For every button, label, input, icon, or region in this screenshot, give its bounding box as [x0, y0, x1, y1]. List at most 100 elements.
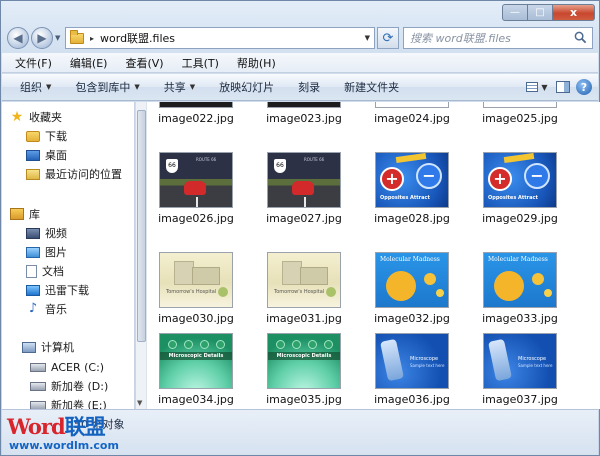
drive-icon: [30, 400, 46, 409]
recent-places-icon: [26, 168, 40, 180]
nav-documents-label: 文档: [42, 265, 64, 278]
cell-circle: [216, 340, 225, 349]
thumb-subcaption: Sample text here: [410, 363, 445, 368]
nav-drive-d[interactable]: 新加卷 (D:): [30, 377, 108, 395]
building-shape: [282, 261, 302, 285]
chevron-down-icon: ▼: [189, 83, 196, 91]
recent-pages-dropdown-icon[interactable]: ▼: [55, 34, 60, 42]
nav-pictures[interactable]: 图片: [26, 243, 67, 261]
slideshow-label: 放映幻灯片: [219, 81, 275, 94]
nav-computer[interactable]: 计算机: [22, 338, 74, 356]
star-icon: ★: [10, 109, 24, 125]
file-thumbnail: Microscope Sample text here: [483, 333, 557, 389]
building-shape: [174, 261, 194, 285]
search-input[interactable]: 搜索 word联盟.files: [403, 27, 593, 49]
file-name: image037.jpg: [482, 393, 558, 406]
menu-edit[interactable]: 编辑(E): [61, 55, 117, 71]
nav-xunlei[interactable]: 迅雷下载: [26, 281, 89, 299]
file-name: image028.jpg: [374, 212, 450, 225]
minimize-button[interactable]: —: [502, 4, 528, 21]
address-path[interactable]: word联盟.files: [100, 30, 175, 46]
address-dropdown-icon[interactable]: ▼: [365, 34, 370, 42]
nav-computer-label: 计算机: [41, 341, 74, 354]
nav-music[interactable]: ♪ 音乐: [26, 300, 67, 318]
nav-downloads[interactable]: 下载: [26, 127, 67, 145]
molecule-circle: [436, 289, 444, 297]
nav-desktop[interactable]: 桌面: [26, 146, 67, 164]
share-button[interactable]: 共享 ▼: [152, 79, 207, 95]
nav-documents[interactable]: 文档: [26, 262, 64, 280]
file-name: image033.jpg: [482, 312, 558, 325]
vertical-scrollbar[interactable]: ▼: [136, 102, 147, 409]
thumb-caption: ROUTE 66: [196, 157, 217, 162]
menu-tools[interactable]: 工具(T): [173, 55, 228, 71]
video-library-icon: [26, 227, 40, 239]
file-thumbnail: Tomorrow's Hospital: [159, 252, 233, 308]
site-watermark: Word联盟 www.wordlm.com: [1, 409, 141, 456]
thumb-caption: Opposites Attract: [488, 195, 538, 201]
file-name: image034.jpg: [158, 393, 234, 406]
slideshow-button[interactable]: 放映幻灯片: [207, 79, 286, 95]
thumb-caption: Tomorrow's Hospital: [274, 289, 325, 295]
menu-help[interactable]: 帮助(H): [228, 55, 285, 71]
document-library-icon: [26, 264, 37, 278]
library-icon: [10, 208, 24, 220]
refresh-button[interactable]: ⟳: [377, 27, 399, 49]
new-folder-button[interactable]: 新建文件夹: [332, 79, 411, 95]
nav-desktop-label: 桌面: [45, 149, 67, 162]
menu-view[interactable]: 查看(V): [116, 55, 172, 71]
scrollbar-thumb[interactable]: [137, 110, 146, 342]
file-name: image024.jpg: [374, 112, 450, 125]
nav-drive-c[interactable]: ACER (C:): [30, 358, 104, 376]
route-sign: 66: [274, 159, 286, 173]
change-view-button[interactable]: ▼: [524, 78, 550, 96]
include-in-library-button[interactable]: 包含到库中 ▼: [63, 79, 151, 95]
xunlei-icon: [26, 284, 40, 296]
file-thumbnail: Molecular Madness: [375, 252, 449, 308]
logo-lianmeng: 联盟: [64, 414, 106, 439]
forward-button[interactable]: ▶: [31, 27, 53, 49]
share-label: 共享: [163, 81, 186, 94]
caption-buttons: — □ x: [502, 4, 595, 21]
cell-circle: [308, 340, 317, 349]
nav-favorites[interactable]: ★ 收藏夹: [10, 108, 62, 126]
nav-drive-e[interactable]: 新加卷 (E:): [30, 396, 107, 409]
file-name: image027.jpg: [266, 212, 342, 225]
nav-music-label: 音乐: [45, 303, 67, 316]
minus-circle: −: [524, 163, 550, 189]
command-bar: 组织 ▼ 包含到库中 ▼ 共享 ▼ 放映幻灯片 刻录 新建文件夹 ▼ ?: [2, 74, 598, 101]
scroll-down-arrow-icon[interactable]: ▼: [137, 399, 142, 407]
menu-file[interactable]: 文件(F): [6, 55, 61, 71]
maximize-button[interactable]: □: [528, 4, 553, 21]
cell-circle: [292, 340, 301, 349]
folder-icon: [70, 29, 84, 44]
file-name: image030.jpg: [158, 312, 234, 325]
help-icon[interactable]: ?: [576, 79, 592, 95]
car-shape: [292, 181, 314, 195]
preview-pane-button[interactable]: [556, 81, 570, 93]
burn-button[interactable]: 刻录: [286, 79, 332, 95]
nav-libraries[interactable]: 库: [10, 205, 40, 223]
nav-videos-label: 视频: [45, 227, 67, 240]
nav-pictures-label: 图片: [45, 246, 67, 259]
back-button[interactable]: ◀: [7, 27, 29, 49]
microscope-shape: [488, 338, 512, 382]
molecule-circle: [544, 289, 552, 297]
new-folder-label: 新建文件夹: [344, 81, 400, 94]
nav-videos[interactable]: 视频: [26, 224, 67, 242]
search-icon[interactable]: [574, 31, 587, 44]
close-button[interactable]: x: [553, 4, 595, 21]
car-shape: [184, 181, 206, 195]
nav-favorites-label: 收藏夹: [29, 111, 62, 124]
address-bar[interactable]: ▸ word联盟.files ▼: [65, 27, 375, 49]
nav-libraries-label: 库: [29, 208, 40, 221]
cell-circle: [168, 340, 177, 349]
organize-label: 组织: [20, 81, 42, 94]
file-thumbnail: 66 ROUTE 66: [159, 152, 233, 208]
molecule-circle: [424, 273, 436, 285]
leaf-shape: [326, 287, 336, 297]
burn-label: 刻录: [298, 81, 321, 94]
organize-button[interactable]: 组织 ▼: [8, 79, 63, 95]
nav-recent[interactable]: 最近访问的位置: [26, 165, 122, 183]
breadcrumb-arrow-icon[interactable]: ▸: [90, 34, 94, 43]
